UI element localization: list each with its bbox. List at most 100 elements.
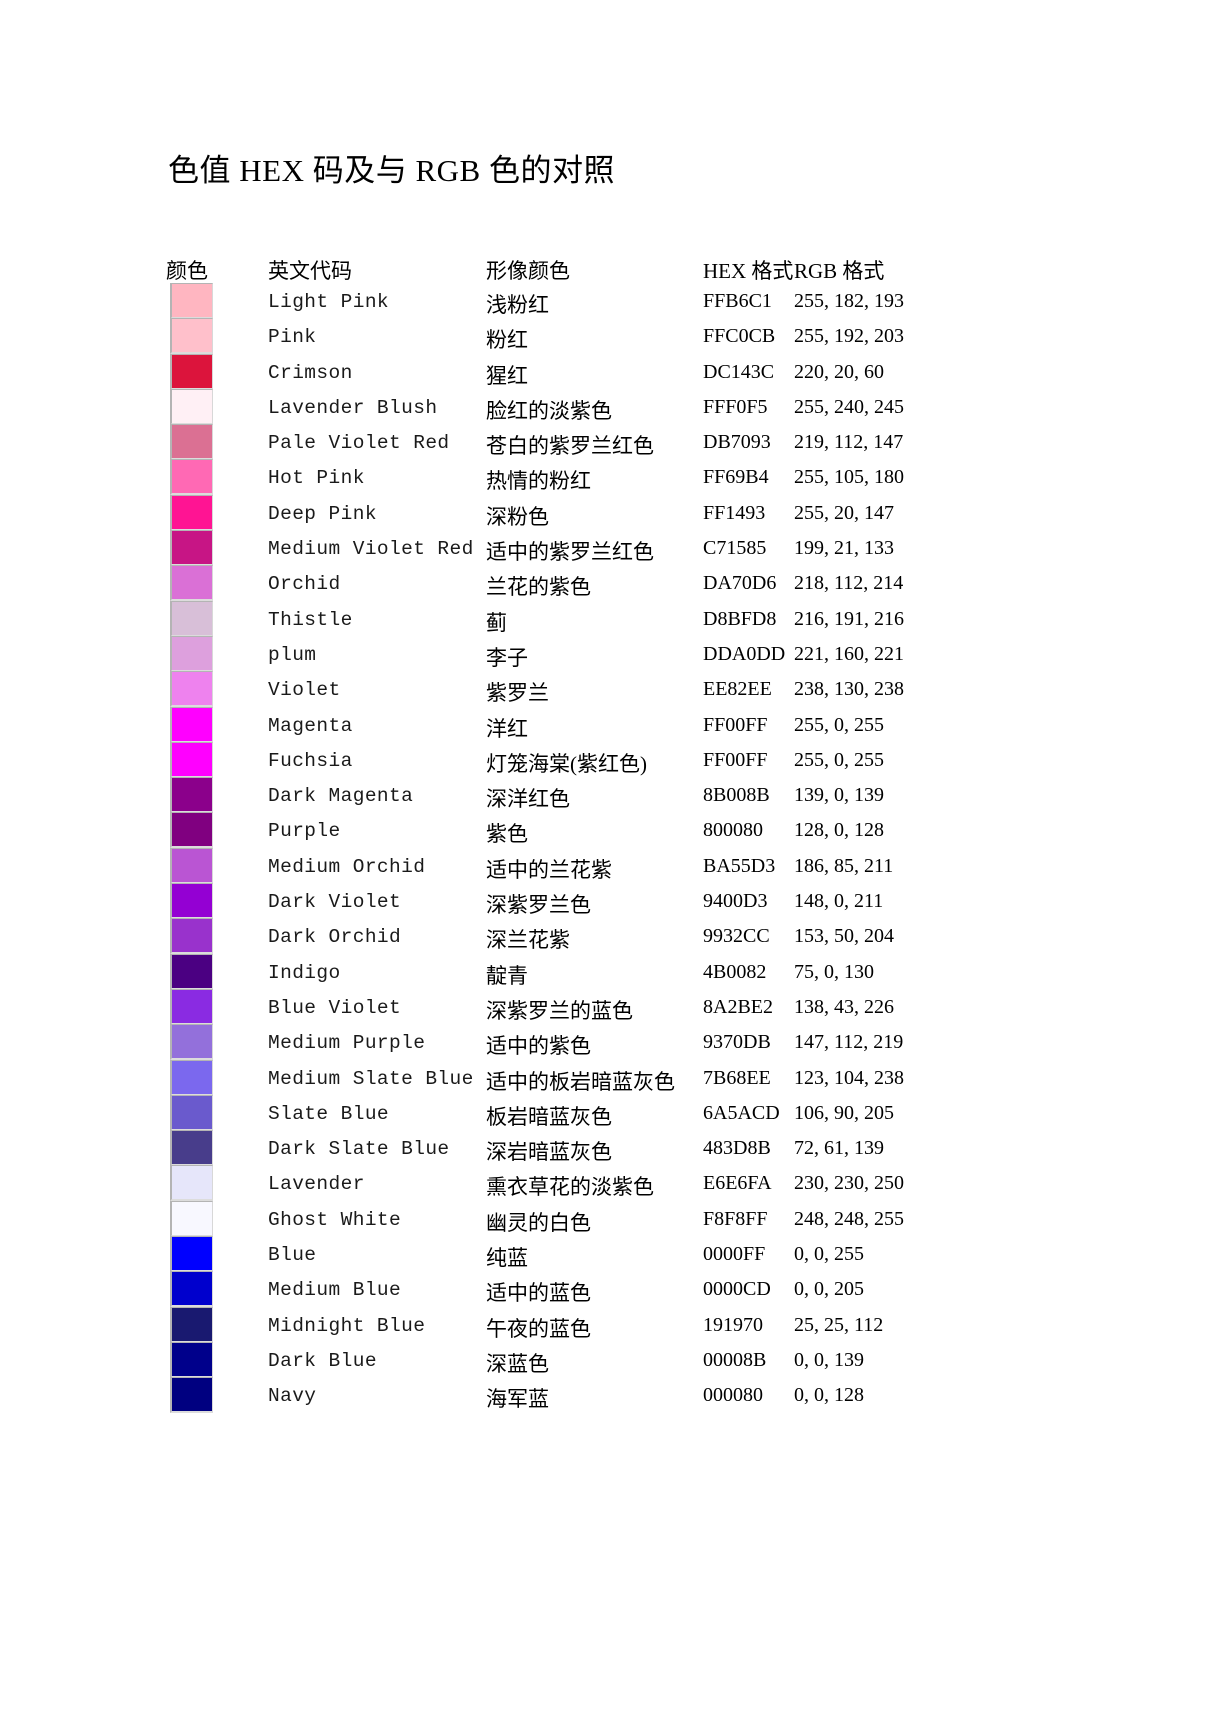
page-title: 色值 HEX 码及与 RGB 色的对照: [168, 153, 615, 188]
color-swatch-cell: [170, 1341, 213, 1378]
color-swatch: [170, 494, 213, 531]
table-row: Dark Slate Blue 深岩暗蓝灰色 483D8B 72, 61, 139: [166, 1130, 956, 1167]
color-swatch: [170, 741, 213, 778]
color-rgb-value: 72, 61, 139: [794, 1137, 884, 1160]
color-swatch: [170, 318, 213, 355]
color-chinese-name: 深岩暗蓝灰色: [486, 1140, 612, 1165]
table-row: Pale Violet Red 苍白的紫罗兰红色 DB7093 219, 112, 1…: [166, 424, 956, 461]
color-rgb-value: 25, 25, 112: [794, 1313, 884, 1336]
table-row: Blue 纯蓝 0000FF 0, 0, 255: [166, 1236, 956, 1273]
color-chinese-name: 深紫罗兰色: [486, 893, 591, 918]
color-swatch-cell: [170, 847, 213, 884]
color-swatch-cell: [170, 777, 213, 814]
color-english-name: Blue: [268, 1244, 317, 1267]
color-swatch-cell: [170, 1130, 213, 1167]
color-swatch-cell: [170, 1236, 213, 1273]
color-hex-value: FF69B4: [703, 466, 769, 489]
color-rgb-value: 255, 192, 203: [794, 325, 904, 348]
color-rgb-value: 255, 105, 180: [794, 466, 904, 489]
table-row: Lavender 熏衣草花的淡紫色 E6E6FA 230, 230, 250: [166, 1165, 956, 1202]
color-swatch-cell: [170, 635, 213, 672]
color-chinese-name: 午夜的蓝色: [486, 1316, 591, 1341]
color-swatch-cell: [170, 530, 213, 567]
color-chinese-name: 紫色: [486, 822, 528, 847]
color-rgb-value: 255, 20, 147: [794, 501, 894, 524]
color-english-name: Navy: [268, 1385, 317, 1408]
table-row: plum 李子 DDA0DD 221, 160, 221: [166, 635, 956, 673]
color-english-name: Midnight Blue: [268, 1314, 426, 1337]
color-swatch: [170, 388, 213, 425]
color-swatch-cell: [170, 318, 213, 355]
color-hex-value: FF00FF: [703, 713, 768, 736]
color-chinese-name: 李子: [486, 645, 528, 670]
color-swatch: [170, 424, 213, 461]
color-english-name: Dark Magenta: [268, 785, 414, 808]
color-swatch-cell: [170, 1271, 213, 1308]
column-header-rgb: RGB 格式: [794, 259, 885, 283]
color-english-name: Purple: [268, 820, 341, 843]
color-swatch-cell: [170, 671, 213, 708]
color-swatch: [170, 777, 213, 814]
color-chinese-name: 适中的兰花紫: [486, 857, 612, 882]
color-rgb-value: 0, 0, 255: [794, 1243, 864, 1266]
color-reference-table: 颜色 英文代码 形像颜色 HEX 格式 RGB 格式 Light Pink 浅粉红…: [166, 255, 956, 1415]
table-row: Medium Blue 适中的蓝色 0000CD 0, 0, 205: [166, 1271, 956, 1308]
color-rgb-value: 128, 0, 128: [794, 819, 884, 842]
color-rgb-value: 148, 0, 211: [794, 890, 884, 913]
color-hex-value: 191970: [703, 1313, 763, 1336]
color-english-name: Lavender: [268, 1173, 365, 1196]
color-hex-value: DC143C: [703, 360, 775, 383]
table-row: Medium Slate Blue 适中的板岩暗蓝灰色 7B68EE 123, 104…: [166, 1059, 956, 1097]
color-hex-value: 9932CC: [703, 925, 770, 948]
column-header-english: 英文代码: [268, 259, 352, 283]
color-hex-value: 4B0082: [703, 960, 767, 983]
table-row: Dark Blue 深蓝色 00008B 0, 0, 139: [166, 1341, 956, 1379]
color-english-name: Indigo: [268, 961, 341, 984]
color-english-name: Dark Violet: [268, 891, 402, 914]
color-english-name: Pink: [268, 326, 317, 349]
color-chinese-name: 靛青: [486, 963, 528, 988]
color-english-name: Light Pink: [268, 291, 390, 313]
color-english-name: Thistle: [268, 608, 353, 631]
color-hex-value: 483D8B: [703, 1137, 771, 1160]
table-row: Deep Pink 深粉色 FF1493 255, 20, 147: [166, 494, 956, 532]
color-swatch: [170, 1024, 213, 1061]
color-swatch: [170, 1271, 213, 1308]
color-swatch: [170, 1094, 213, 1131]
color-swatch: [170, 459, 213, 496]
color-swatch: [170, 1341, 213, 1378]
color-chinese-name: 适中的紫色: [486, 1034, 591, 1059]
color-chinese-name: 深兰花紫: [486, 928, 570, 953]
color-hex-value: 8A2BE2: [703, 995, 773, 1018]
color-swatch: [170, 812, 213, 849]
color-swatch: [170, 635, 213, 672]
color-swatch: [170, 353, 213, 390]
color-rgb-value: 186, 85, 211: [794, 854, 894, 877]
color-hex-value: FF1493: [703, 501, 766, 524]
color-hex-value: D8BFD8: [703, 607, 777, 630]
color-hex-value: BA55D3: [703, 854, 776, 877]
color-hex-value: FFB6C1: [703, 290, 772, 312]
color-swatch-cell: [170, 600, 213, 637]
color-swatch-cell: [170, 1094, 213, 1131]
color-swatch-cell: [170, 1377, 213, 1414]
color-english-name: Dark Orchid: [268, 926, 402, 949]
color-rgb-value: 219, 112, 147: [794, 431, 904, 454]
color-hex-value: FFC0CB: [703, 325, 776, 348]
color-swatch: [170, 1377, 213, 1414]
color-rgb-value: 221, 160, 221: [794, 642, 904, 665]
color-swatch-cell: [170, 918, 213, 955]
table-row: Medium Violet Red 适中的紫罗兰红色 C71585 199, 21, …: [166, 530, 956, 567]
color-swatch-cell: [170, 988, 213, 1025]
color-swatch-cell: [170, 494, 213, 531]
table-row: Medium Orchid 适中的兰花紫 BA55D3 186, 85, 211: [166, 847, 956, 885]
color-english-name: Blue Violet: [268, 996, 402, 1019]
color-swatch-cell: [170, 388, 213, 425]
color-swatch-cell: [170, 424, 213, 461]
color-rgb-value: 255, 182, 193: [794, 290, 904, 312]
color-chinese-name: 蓟: [486, 610, 507, 635]
color-english-name: Violet: [268, 679, 341, 702]
table-header-row: 颜色 英文代码 形像颜色 HEX 格式 RGB 格式: [166, 255, 956, 285]
color-rgb-value: 106, 90, 205: [794, 1101, 894, 1124]
color-hex-value: 800080: [703, 819, 763, 842]
